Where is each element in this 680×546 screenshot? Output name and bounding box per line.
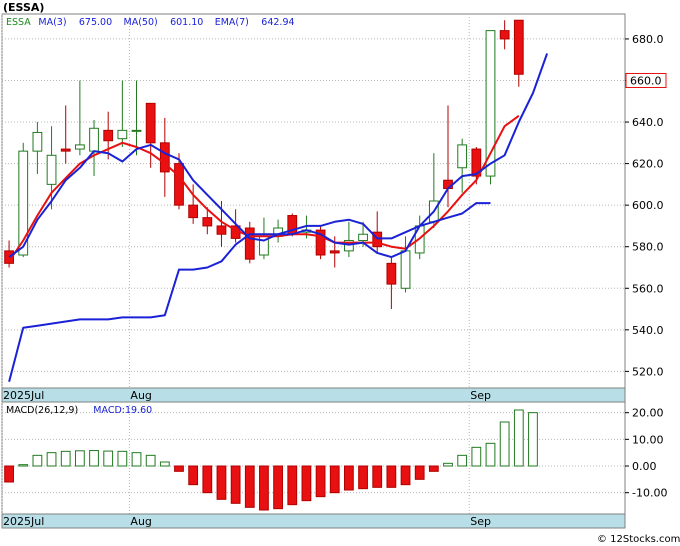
copyright-text: © 12Stocks.com [597,534,680,545]
macd-legend-item: MACD(26,12,9) [6,405,78,416]
macd-bar-negative [273,465,283,510]
price-tick-label: 520.0 [632,365,664,378]
macd-bar-negative [414,465,425,480]
candle-body-down [174,163,184,206]
macd-tick-label: 0.00 [632,460,657,473]
macd-bar-positive [46,452,57,467]
price-date-label: Aug [130,389,151,402]
price-legend-item: MA(3) [38,17,66,28]
macd-bar-positive [443,462,453,467]
price-legend-item: 675.00 [79,17,112,28]
macd-panel: -10.00 0.00 10.00 20.00 MACD(26,12,9) MACD:19… [1,401,667,529]
macd-bar-negative [174,465,184,472]
price-legend-item: 642.94 [261,17,294,28]
macd-bar-negative [344,465,354,491]
macd-date-label: Aug [130,515,151,528]
price-legend-item: EMA(7) [215,17,249,28]
ticker-title: (ESSA) [3,1,44,14]
candle-body-down [60,148,71,152]
macd-tick-label: -10.00 [632,487,667,500]
candle-body-up [46,154,57,185]
macd-bar-positive [159,461,170,467]
candle-body-up [457,144,468,169]
candle-body-down [499,30,510,40]
price-plot-area [1,13,626,389]
price-tick-label: 640.0 [632,116,664,129]
macd-bar-negative [259,465,269,511]
candle-body-down [329,250,340,254]
stock-chart: 520.0 540.0 560.0 580.0 600.0 620.0 640.0 660.0… [0,0,680,546]
macd-date-axis [1,513,626,529]
candle-body-down [103,129,114,142]
candle-body-down [188,204,199,219]
price-panel: 520.0 540.0 560.0 580.0 600.0 620.0 640.0 660.0… [1,13,667,403]
candle-body-down [202,217,213,227]
macd-bar-positive [528,412,538,467]
candle-body-up [89,127,99,152]
macd-bar-positive [471,446,482,467]
candle-body-up [131,129,142,132]
price-tick-label: 580.0 [632,241,664,254]
price-date-label: Sep [470,389,491,402]
macd-bar-positive [457,454,468,467]
macd-bar-positive [60,450,71,467]
price-tick-label: 620.0 [632,158,664,171]
candle [244,221,255,264]
candle [315,225,326,260]
macd-bar-negative [287,465,298,506]
price-tick-label: 600.0 [632,199,664,212]
macd-date-label: Sep [470,515,491,528]
macd-bar-positive [32,454,43,467]
macd-bar-negative [4,465,14,483]
candle-body-up [358,233,368,241]
chart-canvas: 520.0 540.0 560.0 580.0 600.0 620.0 640.0 660.0… [1,1,680,545]
price-tick-label: 680.0 [632,33,664,46]
macd-bar-negative [202,465,213,494]
macd-bar-positive [18,464,29,467]
candle-body-up [400,250,411,289]
candle-body-up [117,129,128,140]
price-legend-item: ESSA [6,17,31,28]
candle-body-down [244,227,255,260]
macd-bar-negative [230,465,241,504]
macd-bar-negative [400,465,411,486]
macd-bar-positive [131,452,142,467]
macd-date-label: 2025Jul [3,515,44,528]
macd-bar-positive [89,450,99,467]
candle-body-up [32,131,43,152]
macd-bar-positive [117,450,128,467]
macd-bar-negative [358,465,368,490]
price-tick-label: 540.0 [632,324,664,337]
price-legend-item: 601.10 [170,17,203,28]
price-date-label: 2025Jul [3,389,44,402]
macd-bar-negative [188,465,199,486]
macd-bar-negative [329,465,340,494]
price-tick-label: 560.0 [632,282,664,295]
price-legend-item: MA(50) [124,17,158,28]
macd-tick-label: 20.00 [632,407,664,420]
price-date-axis [1,387,626,403]
macd-bar-negative [244,465,255,508]
macd-bar-negative [315,465,326,498]
macd-tick-label: 10.00 [632,433,664,446]
macd-bar-negative [216,465,227,500]
macd-bar-positive [74,450,85,467]
candle-body-down [386,262,397,285]
macd-bar-positive [513,409,524,467]
last-price-label: 660.0 [630,74,662,87]
macd-legend-item: MACD:19.60 [93,405,152,416]
candle-body-down [145,102,156,144]
macd-bar-positive [145,454,156,467]
macd-bar-positive [499,421,510,467]
macd-bar-negative [386,465,397,488]
candle-body-down [216,225,227,235]
macd-bar-positive [103,450,114,467]
macd-bar-positive [485,442,496,467]
macd-bar-negative [301,465,312,502]
macd-bar-negative [428,465,439,472]
macd-bar-negative [372,465,383,488]
candle-body-up [74,144,85,150]
candle-body-down [513,19,524,75]
